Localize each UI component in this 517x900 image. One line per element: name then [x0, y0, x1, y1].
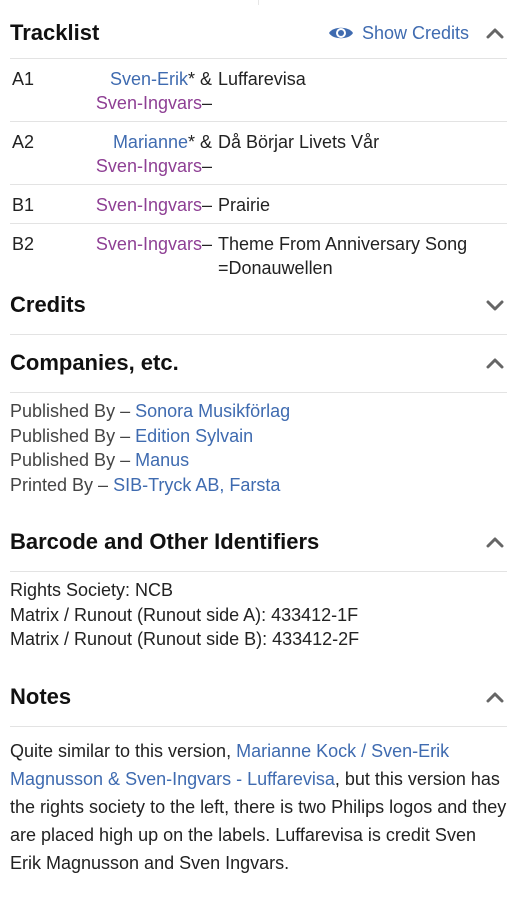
track-artist: Sven-Erik* & Sven-Ingvars– [84, 59, 212, 121]
company-link[interactable]: Sonora Musikförlag [135, 401, 290, 421]
companies-section: Companies, etc. Published By – Sonora Mu… [10, 338, 507, 497]
track-title: Luffarevisa [218, 69, 306, 89]
tracklist-section: Tracklist Show Credits A1 Sven-Erik* & S… [10, 8, 507, 286]
artist-link[interactable]: Sven-Erik [110, 69, 188, 89]
artist-join: * & [187, 132, 212, 152]
track-list: A1 Sven-Erik* & Sven-Ingvars– Luffarevis… [10, 59, 507, 286]
track-title: Prairie [218, 195, 271, 215]
chevron-up-icon[interactable] [483, 21, 507, 45]
company-row: Published By – Manus [10, 448, 507, 473]
company-link[interactable]: Edition Sylvain [135, 426, 253, 446]
credits-title: Credits [10, 292, 86, 317]
track-row: B2 Sven-Ingvars– Theme From Anniversary … [10, 224, 507, 286]
tracklist-title: Tracklist [10, 20, 100, 45]
barcode-title: Barcode and Other Identifiers [10, 529, 320, 554]
company-row: Published By – Edition Sylvain [10, 424, 507, 449]
chevron-up-icon[interactable] [483, 530, 507, 554]
show-credits-label: Show Credits [361, 22, 469, 43]
chevron-up-icon[interactable] [483, 351, 507, 375]
company-row: Printed By – SIB-Tryck AB, Farsta [10, 473, 507, 498]
company-role: Published By – [10, 401, 136, 421]
track-title: Då Börjar Livets Vår [218, 132, 380, 152]
artist-link[interactable]: Sven-Ingvars [96, 195, 202, 215]
track-row: A1 Sven-Erik* & Sven-Ingvars– Luffarevis… [10, 59, 507, 122]
track-row: A2 Marianne* & Sven-Ingvars– Då Börjar L… [10, 122, 507, 185]
company-row: Published By – Sonora Musikförlag [10, 399, 507, 424]
barcode-header[interactable]: Barcode and Other Identifiers [10, 517, 507, 567]
track-artist: Sven-Ingvars– [84, 185, 212, 223]
companies-header[interactable]: Companies, etc. [10, 338, 507, 388]
notes-text-before: Quite similar to this version, [10, 741, 237, 761]
track-position: B2 [12, 234, 35, 254]
artist-dash: – [201, 156, 212, 176]
notes-text: Quite similar to this version, Marianne … [10, 727, 507, 877]
notes-section: Notes Quite similar to this version, Mar… [10, 672, 507, 877]
credits-header[interactable]: Credits [10, 280, 507, 330]
eye-icon [328, 27, 353, 39]
track-artist: Marianne* & Sven-Ingvars– [84, 122, 212, 184]
identifier-list: Rights Society: NCB Matrix / Runout (Run… [10, 572, 507, 652]
barcode-section: Barcode and Other Identifiers Rights Soc… [10, 517, 507, 652]
chevron-down-icon[interactable] [483, 293, 507, 317]
artist-dash: – [201, 195, 212, 215]
track-position: A2 [12, 132, 35, 152]
credits-divider [10, 334, 507, 335]
tracklist-header: Tracklist Show Credits [10, 8, 507, 58]
company-role: Published By – [10, 450, 136, 470]
artist-dash: – [201, 234, 212, 254]
chevron-up-icon[interactable] [483, 685, 507, 709]
company-role: Printed By – [10, 474, 114, 495]
identifier-row: Matrix / Runout (Runout side B): 433412-… [10, 629, 360, 649]
companies-list: Published By – Sonora Musikförlag Publis… [10, 393, 507, 497]
artist-link[interactable]: Sven-Ingvars [96, 156, 202, 176]
notes-title: Notes [10, 684, 72, 709]
company-link[interactable]: Manus [135, 450, 189, 470]
companies-title: Companies, etc. [10, 350, 179, 375]
credits-section: Credits [10, 280, 507, 335]
track-row: B1 Sven-Ingvars– Prairie [10, 185, 507, 224]
artist-dash: – [201, 93, 212, 113]
track-title: Theme From Anniversary Song =Donauwellen [218, 234, 468, 278]
identifier-row: Matrix / Runout (Runout side A): 433412-… [10, 604, 359, 625]
company-role: Published By – [10, 425, 136, 446]
track-position: A1 [12, 69, 35, 89]
identifier-row: Rights Society: NCB [10, 580, 174, 600]
top-divider [258, 0, 259, 5]
artist-link[interactable]: Sven-Ingvars [96, 234, 202, 254]
show-credits-button[interactable]: Show Credits [328, 23, 469, 44]
tracklist-header-actions: Show Credits [328, 21, 507, 45]
company-link[interactable]: SIB-Tryck AB, Farsta [113, 475, 280, 495]
artist-link[interactable]: Sven-Ingvars [96, 93, 202, 113]
artist-join: * & [187, 69, 212, 89]
artist-link[interactable]: Marianne [113, 132, 188, 152]
track-artist: Sven-Ingvars– [84, 224, 212, 286]
track-position: B1 [12, 195, 35, 215]
notes-header[interactable]: Notes [10, 672, 507, 722]
